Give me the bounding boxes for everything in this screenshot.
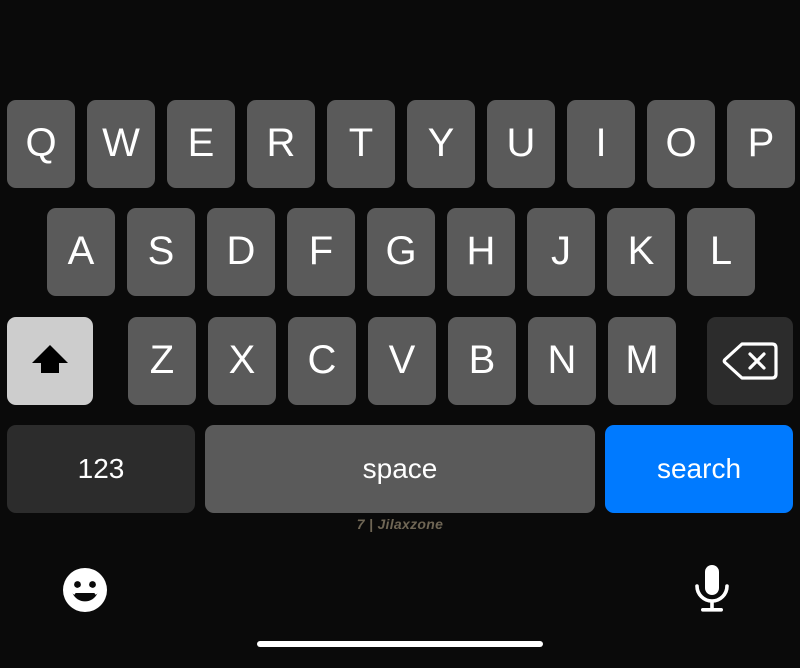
key-d[interactable]: D (207, 208, 275, 296)
key-label: X (228, 338, 256, 382)
keyboard-screen: Q W E R T Y U I O P A S D F G H J K L Z … (0, 0, 800, 668)
key-a[interactable]: A (47, 208, 115, 296)
watermark-text: 7 | Jilaxzone (356, 516, 444, 532)
key-label: U (506, 121, 536, 165)
key-n[interactable]: N (528, 317, 596, 405)
key-h[interactable]: H (447, 208, 515, 296)
key-label: V (388, 338, 416, 382)
key-o[interactable]: O (647, 100, 715, 188)
key-w[interactable]: W (87, 100, 155, 188)
key-label: 123 (77, 453, 125, 484)
key-label: I (595, 121, 607, 165)
key-label: K (627, 229, 655, 273)
key-label: E (187, 121, 215, 165)
key-label: W (102, 121, 140, 165)
backspace-delete-icon (722, 342, 778, 380)
key-k[interactable]: K (607, 208, 675, 296)
key-label: F (308, 229, 334, 273)
key-s[interactable]: S (127, 208, 195, 296)
key-label: search (656, 453, 742, 484)
key-z[interactable]: Z (128, 317, 196, 405)
key-label: J (551, 229, 571, 273)
key-label: A (67, 229, 95, 273)
key-x[interactable]: X (208, 317, 276, 405)
key-p[interactable]: P (727, 100, 795, 188)
key-f[interactable]: F (287, 208, 355, 296)
key-u[interactable]: U (487, 100, 555, 188)
shift-key[interactable] (7, 317, 93, 405)
key-label: Y (427, 121, 455, 165)
backspace-key[interactable] (707, 317, 793, 405)
key-g[interactable]: G (367, 208, 435, 296)
shift-arrow-icon (32, 345, 68, 373)
key-r[interactable]: R (247, 100, 315, 188)
dictation-key[interactable] (688, 561, 736, 619)
key-m[interactable]: M (608, 317, 676, 405)
key-label: H (466, 229, 496, 273)
key-q[interactable]: Q (7, 100, 75, 188)
key-v[interactable]: V (368, 317, 436, 405)
home-indicator[interactable] (257, 641, 543, 647)
emoji-key[interactable] (59, 564, 111, 616)
key-label: P (747, 121, 775, 165)
key-label: Z (149, 338, 175, 382)
key-label: N (547, 338, 577, 382)
emoji-smiley-icon (63, 568, 107, 612)
key-label: T (348, 121, 374, 165)
key-i[interactable]: I (567, 100, 635, 188)
key-label: Q (25, 121, 57, 165)
space-key[interactable]: space (205, 425, 595, 513)
microphone-icon (695, 565, 729, 612)
key-t[interactable]: T (327, 100, 395, 188)
numeric-switch-key[interactable]: 123 (7, 425, 195, 513)
key-label: G (385, 229, 417, 273)
key-label: O (665, 121, 697, 165)
key-label: L (709, 229, 733, 273)
search-return-key[interactable]: search (605, 425, 793, 513)
key-y[interactable]: Y (407, 100, 475, 188)
key-j[interactable]: J (527, 208, 595, 296)
key-b[interactable]: B (448, 317, 516, 405)
key-label: space (362, 453, 438, 484)
key-label: D (226, 229, 256, 273)
key-c[interactable]: C (288, 317, 356, 405)
key-e[interactable]: E (167, 100, 235, 188)
key-label: C (307, 338, 337, 382)
key-label: R (266, 121, 296, 165)
key-label: M (625, 338, 659, 382)
key-label: B (468, 338, 496, 382)
key-l[interactable]: L (687, 208, 755, 296)
key-label: S (147, 229, 175, 273)
